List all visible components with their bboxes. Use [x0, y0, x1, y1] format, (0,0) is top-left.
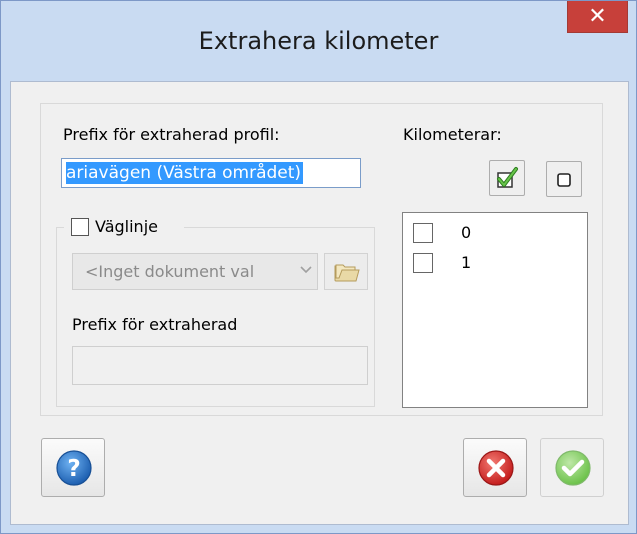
deselect-all-button[interactable]	[546, 161, 582, 197]
kilometer-item-label: 0	[461, 223, 472, 242]
window-title: Extrahera kilometer	[198, 27, 439, 55]
document-select-value: <Inget dokument val	[85, 262, 255, 281]
check-all-icon	[495, 166, 519, 194]
folder-icon	[334, 261, 360, 287]
cancel-icon	[477, 449, 515, 491]
title-bar[interactable]: Extrahera kilometer ✕	[1, 1, 636, 81]
vaglinje-header: Väglinje	[64, 215, 184, 239]
prefix-label: Prefix för extraherad profil:	[63, 125, 280, 144]
prefix-input[interactable]: ariavägen (Västra området)	[61, 158, 361, 188]
browse-folder-button[interactable]	[324, 253, 368, 290]
document-select[interactable]: <Inget dokument val	[72, 253, 318, 290]
ok-button[interactable]	[540, 438, 604, 497]
chevron-down-icon	[299, 262, 313, 280]
prefix-input-value: ariavägen (Västra området)	[66, 162, 304, 184]
prefix-extraherad-input[interactable]	[72, 346, 368, 385]
cancel-button[interactable]	[463, 438, 527, 497]
help-icon: ?	[55, 449, 93, 491]
kilometer-checkbox-1[interactable]	[413, 253, 433, 273]
uncheck-all-icon	[557, 172, 571, 191]
kilometer-list[interactable]: 0 1	[402, 212, 588, 408]
ok-icon	[554, 449, 592, 491]
kilometer-label: Kilometerar:	[403, 125, 502, 144]
kilometer-item-label: 1	[461, 253, 472, 272]
vaglinje-checkbox[interactable]	[71, 218, 89, 236]
close-icon: ✕	[588, 3, 607, 29]
vaglinje-label: Väglinje	[95, 217, 158, 236]
kilometer-checkbox-0[interactable]	[413, 223, 433, 243]
help-button[interactable]: ?	[41, 438, 105, 497]
close-button[interactable]: ✕	[567, 1, 628, 33]
prefix-extraherad-label: Prefix för extraherad	[72, 315, 238, 334]
svg-text:?: ?	[67, 456, 80, 482]
select-all-button[interactable]	[489, 160, 525, 196]
